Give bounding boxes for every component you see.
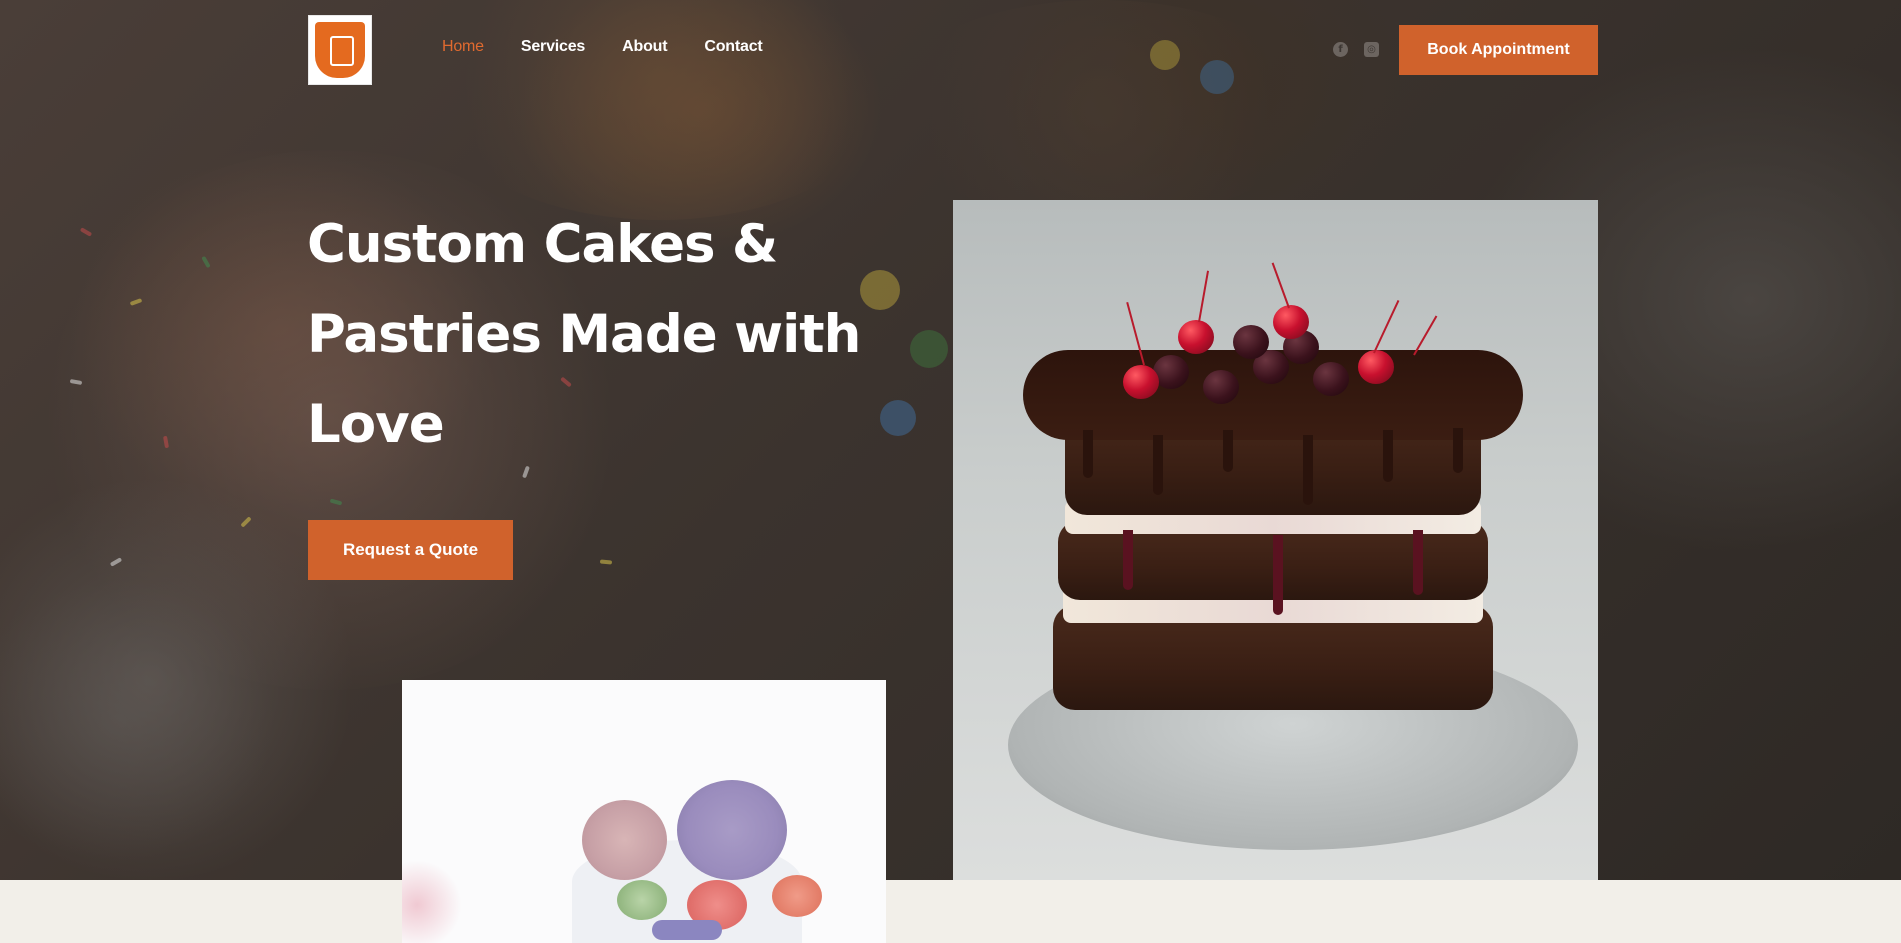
nav-link-services[interactable]: Services: [521, 38, 585, 56]
floral-cake-photo: [402, 680, 886, 943]
social-links: f: [1333, 42, 1348, 57]
social-links: ◎: [1364, 42, 1379, 57]
chocolate-cake-photo: [953, 200, 1598, 880]
hero-title-line: Love: [307, 394, 445, 455]
next-section-background: [0, 880, 1901, 943]
request-quote-button[interactable]: Request a Quote: [308, 520, 513, 580]
nav-link-home[interactable]: Home: [442, 38, 484, 56]
nav-link-contact[interactable]: Contact: [704, 38, 762, 56]
main-nav: Home Services About Contact: [442, 38, 800, 56]
instagram-icon[interactable]: ◎: [1364, 42, 1379, 57]
donut-shape: [420, 0, 900, 220]
facebook-icon[interactable]: f: [1333, 42, 1348, 57]
hero-title: Custom Cakes & Pastries Made with Love: [307, 200, 867, 470]
book-appointment-button[interactable]: Book Appointment: [1399, 25, 1598, 75]
logo-emblem-icon: [315, 22, 365, 78]
hero-background: [0, 0, 1901, 880]
nav-link-about[interactable]: About: [622, 38, 667, 56]
site-logo[interactable]: [308, 15, 372, 85]
hero-title-line: Custom Cakes &: [307, 214, 778, 275]
hero-title-line: Pastries Made with: [307, 304, 861, 365]
donut-shape: [880, 0, 1320, 220]
